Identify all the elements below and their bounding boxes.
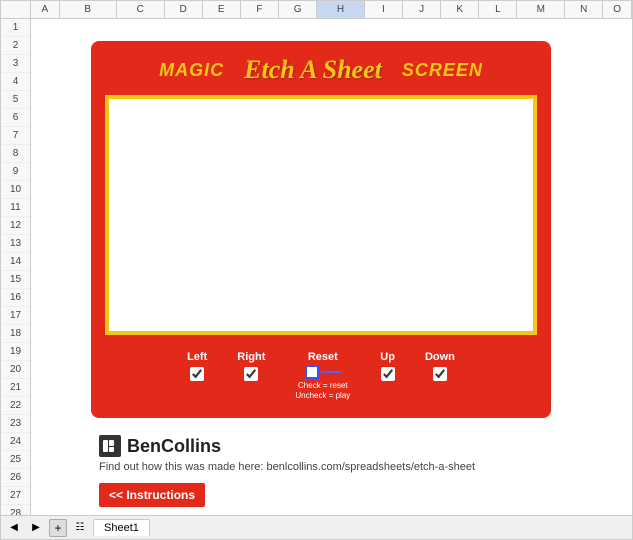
row-num-2: 2 [1,37,30,55]
magic-label: MAGIC [159,60,224,81]
row-num-19: 19 [1,343,30,361]
col-header-o: O [603,1,632,18]
row-num-26: 26 [1,469,30,487]
row-num-20: 20 [1,361,30,379]
row-num-16: 16 [1,289,30,307]
row-num-22: 22 [1,397,30,415]
row-num-11: 11 [1,199,30,217]
reset-check-hint: Check = reset [298,381,348,391]
row-num-15: 15 [1,271,30,289]
reset-control: Reset Check = reset Uncheck = play [295,351,350,402]
reset-box [305,365,319,379]
etch-title-bar: MAGIC Etch A Sheet SCREEN [105,55,537,85]
row-num-9: 9 [1,163,30,181]
main-area: 1 2 3 4 5 6 7 8 9 10 11 12 13 14 15 16 1… [1,19,632,515]
corner-cell [1,1,31,18]
tab-right-arrow[interactable]: ▶ [27,519,45,537]
column-headers: A B C D E F G H I J K L M N O [1,1,632,19]
etch-title: Etch A Sheet [244,55,382,85]
col-header-k: K [441,1,479,18]
reset-label: Reset [308,351,338,363]
down-label: Down [425,351,455,363]
down-checkbox[interactable] [433,367,447,381]
right-label: Right [237,351,265,363]
screen-label: SCREEN [402,60,483,81]
instructions-button[interactable]: << Instructions [99,483,205,507]
row-num-4: 4 [1,73,30,91]
ben-collins-name: BenCollins [127,436,221,457]
row-num-6: 6 [1,109,30,127]
col-header-d: D [165,1,203,18]
bc-icon [99,435,121,457]
row-num-13: 13 [1,235,30,253]
row-num-7: 7 [1,127,30,145]
spreadsheet-shell: A B C D E F G H I J K L M N O 1 2 3 4 5 … [0,0,633,540]
col-header-h: H [317,1,365,18]
etch-widget: MAGIC Etch A Sheet SCREEN Left Right [91,41,551,418]
row-num-21: 21 [1,379,30,397]
row-num-17: 17 [1,307,30,325]
row-num-24: 24 [1,433,30,451]
tab-left-arrow[interactable]: ◀ [5,519,23,537]
left-label: Left [187,351,207,363]
row-num-8: 8 [1,145,30,163]
row-num-12: 12 [1,217,30,235]
branding: BenCollins Find out how this was made he… [99,435,475,473]
row-num-5: 5 [1,91,30,109]
row-num-10: 10 [1,181,30,199]
row-num-25: 25 [1,451,30,469]
col-header-f: F [241,1,279,18]
col-header-l: L [479,1,517,18]
ben-collins-link: Find out how this was made here: benlcol… [99,461,475,473]
tab-grid-icon[interactable]: ☷ [71,519,89,537]
up-control: Up [380,351,395,381]
col-header-e: E [203,1,241,18]
row-num-14: 14 [1,253,30,271]
sheet1-tab[interactable]: Sheet1 [93,519,150,536]
left-control: Left [187,351,207,381]
col-header-g: G [279,1,317,18]
col-header-j: J [403,1,441,18]
ben-collins-logo: BenCollins [99,435,475,457]
col-header-i: I [365,1,403,18]
add-sheet-button[interactable]: + [49,519,67,537]
right-control: Right [237,351,265,381]
col-header-a: A [31,1,60,18]
col-header-c: C [117,1,165,18]
cell-area: MAGIC Etch A Sheet SCREEN Left Right [31,19,632,515]
row-num-28: 28 [1,505,30,515]
controls-row: Left Right Reset [105,347,537,406]
drawing-screen [105,95,537,335]
col-header-n: N [565,1,603,18]
bc-logo-icon [102,438,118,454]
reset-checkbox-area: Check = reset Uncheck = play [295,365,350,402]
row-num-3: 3 [1,55,30,73]
row-num-23: 23 [1,415,30,433]
col-header-m: M [517,1,565,18]
col-header-b: B [60,1,117,18]
row-num-18: 18 [1,325,30,343]
right-checkbox[interactable] [244,367,258,381]
up-label: Up [380,351,395,363]
bottom-tabs: ◀ ▶ + ☷ Sheet1 [1,515,632,539]
down-control: Down [425,351,455,381]
row-numbers: 1 2 3 4 5 6 7 8 9 10 11 12 13 14 15 16 1… [1,19,31,515]
row-num-1: 1 [1,19,30,37]
left-checkbox[interactable] [190,367,204,381]
up-checkbox[interactable] [381,367,395,381]
row-num-27: 27 [1,487,30,505]
reset-uncheck-hint: Uncheck = play [295,391,350,401]
